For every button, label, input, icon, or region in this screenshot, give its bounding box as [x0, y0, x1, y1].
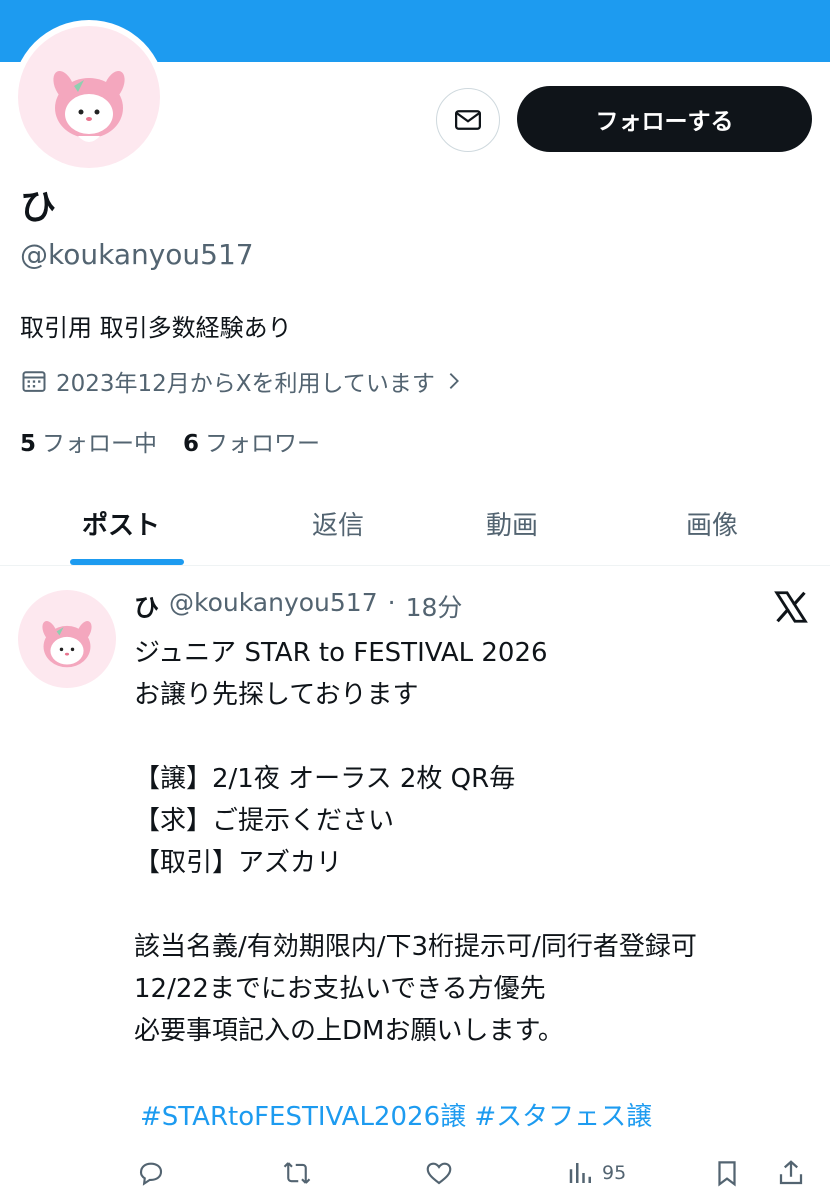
- reply-button[interactable]: [136, 1150, 166, 1196]
- post-text: ジュニア STAR to FESTIVAL 2026 お譲り先探しております 【…: [134, 638, 697, 1046]
- x-logo-icon[interactable]: [772, 588, 810, 626]
- views-icon: [569, 1163, 591, 1183]
- avatar-character-icon: [42, 621, 92, 668]
- like-button[interactable]: [424, 1150, 454, 1196]
- following-link[interactable]: 5 フォロー中: [20, 424, 157, 458]
- following-label: フォロー中: [42, 431, 158, 457]
- profile-handle: @koukanyou517: [20, 238, 254, 271]
- active-tab-indicator: [70, 559, 184, 565]
- post-separator: ·: [387, 588, 396, 617]
- message-button[interactable]: [436, 88, 500, 152]
- share-icon: [779, 1160, 803, 1185]
- heart-icon: [426, 1162, 452, 1185]
- calendar-icon: [22, 371, 46, 392]
- followers-label: フォロワー: [205, 431, 321, 457]
- profile-avatar[interactable]: [12, 20, 166, 174]
- tab-replies[interactable]: 返信: [312, 480, 364, 566]
- profile-bio: 取引用 取引多数経験あり: [20, 314, 292, 342]
- followers-link[interactable]: 6 フォロワー: [183, 424, 320, 458]
- follow-button[interactable]: フォローする: [517, 86, 812, 152]
- bookmark-button[interactable]: [712, 1150, 742, 1196]
- joined-text: 2023年12月からXを利用しています: [56, 371, 435, 397]
- post-author-name[interactable]: ひ: [134, 588, 159, 624]
- repost-button[interactable]: [282, 1150, 312, 1196]
- joined-date-row[interactable]: 2023年12月からXを利用しています: [20, 364, 465, 398]
- post-actions: 95: [0, 1150, 830, 1196]
- envelope-icon: [455, 110, 481, 130]
- profile-tabs: ポスト 返信 動画 画像: [0, 480, 830, 566]
- share-button[interactable]: [776, 1150, 806, 1196]
- tab-images[interactable]: 画像: [686, 480, 738, 566]
- post-time[interactable]: 18分: [406, 588, 463, 624]
- tab-posts[interactable]: ポスト: [82, 480, 160, 566]
- profile-name: ひ: [20, 187, 57, 228]
- repost-icon: [283, 1162, 311, 1184]
- followers-count: 6: [183, 431, 200, 457]
- views-count: 95: [602, 1162, 627, 1184]
- bookmark-icon: [718, 1161, 736, 1187]
- follow-stats: 5 フォロー中 6 フォロワー: [20, 424, 320, 458]
- chevron-right-icon: [449, 373, 459, 389]
- following-count: 5: [20, 431, 37, 457]
- post-author-handle[interactable]: @koukanyou517: [169, 588, 378, 624]
- avatar-character-icon: [53, 71, 125, 142]
- reply-icon: [139, 1162, 163, 1186]
- post-avatar[interactable]: [18, 590, 116, 688]
- post-hashtags[interactable]: #STARtoFESTIVAL2026譲 #スタフェス譲: [140, 1096, 652, 1133]
- post-header: ひ @koukanyou517 · 18分: [134, 588, 462, 624]
- views-button[interactable]: 95: [566, 1150, 626, 1196]
- tab-videos[interactable]: 動画: [486, 480, 538, 566]
